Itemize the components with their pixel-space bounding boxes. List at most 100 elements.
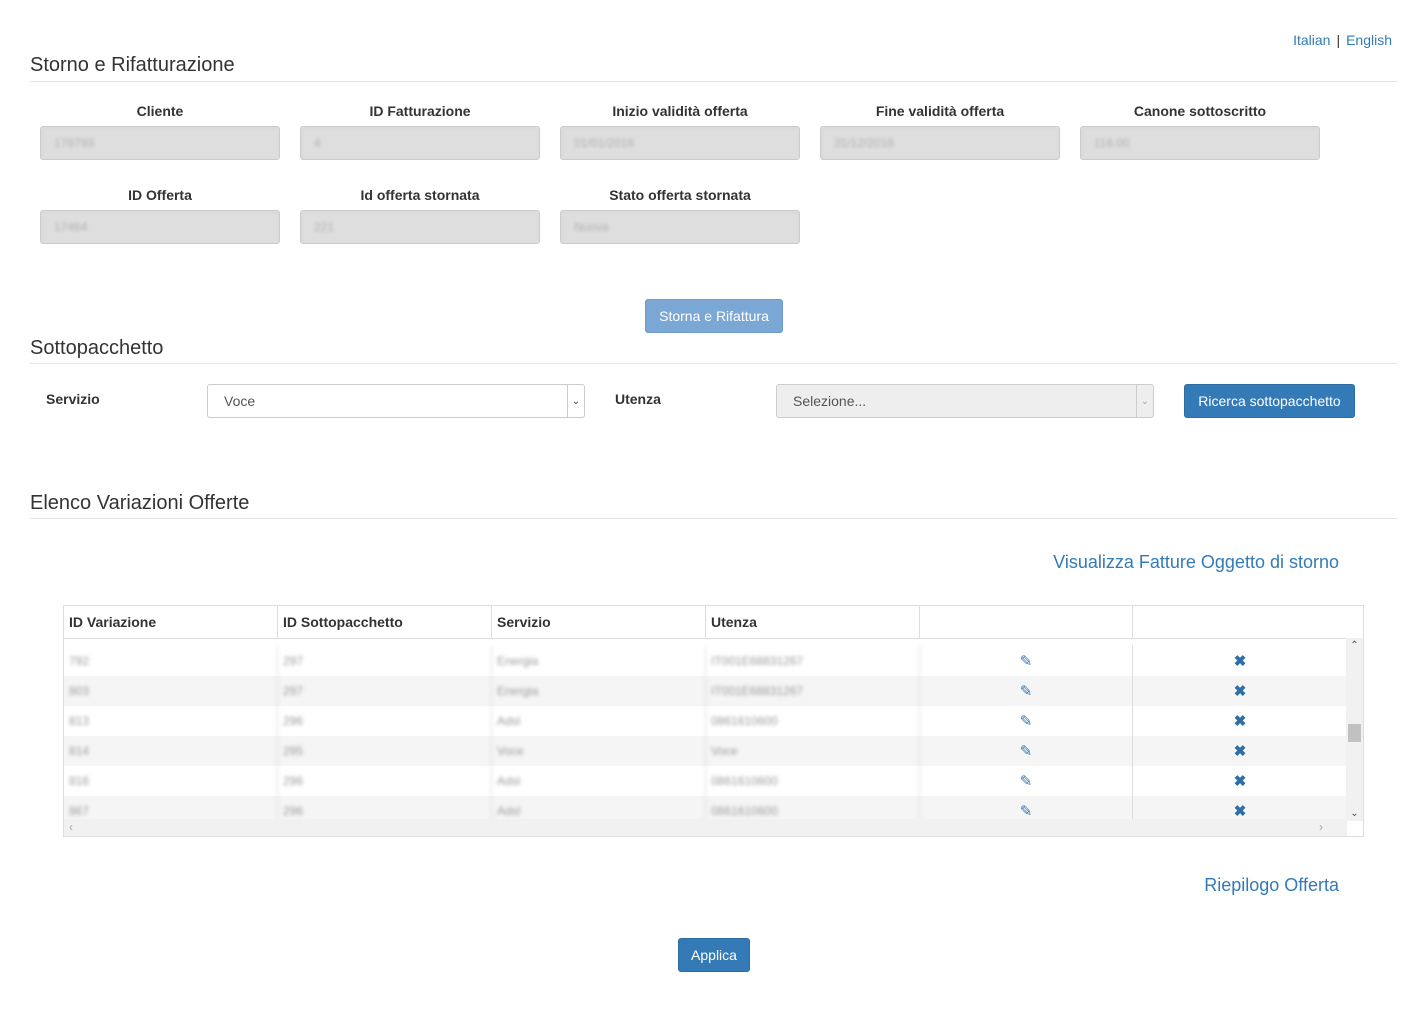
cell-delete: ✖ — [1133, 736, 1347, 766]
canone-value: 116.00 — [1081, 127, 1319, 159]
italian-link[interactable]: Italian — [1293, 32, 1330, 48]
cell-id-sottopacchetto: 296 — [278, 796, 492, 821]
column-header-edit — [920, 606, 1133, 638]
section-title-storno: Storno e Rifatturazione — [30, 54, 235, 76]
riepilogo-offerta-link[interactable]: Riepilogo Offerta — [1204, 875, 1339, 896]
visualizza-fatture-link[interactable]: Visualizza Fatture Oggetto di storno — [1053, 552, 1339, 573]
horizontal-scrollbar[interactable]: ‹ › — [64, 819, 1347, 836]
pencil-icon[interactable]: ✎ — [1020, 652, 1033, 670]
cell-edit: ✎ — [920, 736, 1133, 766]
cell-edit: ✎ — [920, 796, 1133, 821]
section-title-elenco-variazioni: Elenco Variazioni Offerte — [30, 492, 250, 514]
id-offerta-field: 17464 — [40, 210, 280, 244]
pencil-icon[interactable]: ✎ — [1020, 802, 1033, 820]
scroll-left-icon[interactable]: ‹ — [69, 820, 73, 834]
cell-id-variazione: 803 — [64, 676, 278, 706]
cell-id-sottopacchetto: 296 — [278, 706, 492, 736]
cell-utenza: 0861610600 — [706, 706, 920, 736]
cell-id-sottopacchetto: 295 — [278, 736, 492, 766]
cell-utenza: Voce — [706, 736, 920, 766]
field-label-canone: Canone sottoscritto — [1133, 103, 1267, 119]
stato-offerta-value: Nuova — [561, 211, 799, 243]
table-row[interactable]: 816 296 Adsl 0861610600 ✎ ✖ — [64, 766, 1347, 796]
field-label-stato-offerta: Stato offerta stornata — [609, 187, 751, 203]
cell-id-variazione: 867 — [64, 796, 278, 821]
close-icon[interactable]: ✖ — [1234, 742, 1247, 760]
vertical-scrollbar[interactable]: ⌃ ⌄ — [1346, 638, 1363, 821]
table-row[interactable]: 814 295 Voce Voce ✎ ✖ — [64, 736, 1347, 766]
close-icon[interactable]: ✖ — [1234, 682, 1247, 700]
cell-edit: ✎ — [920, 706, 1133, 736]
scroll-up-icon[interactable]: ⌃ — [1346, 640, 1363, 651]
servizio-selected-value: Voce — [224, 393, 256, 409]
servizio-label: Servizio — [46, 391, 100, 407]
close-icon[interactable]: ✖ — [1234, 712, 1247, 730]
cell-delete: ✖ — [1133, 676, 1347, 706]
inizio-validita-value: 01/01/2016 — [561, 127, 799, 159]
field-label-id-offerta-stornata: Id offerta stornata — [360, 187, 480, 203]
column-header-utenza[interactable]: Utenza — [706, 606, 920, 638]
column-header-delete — [1133, 606, 1363, 638]
cliente-value: 176793 — [41, 127, 279, 159]
section-divider — [30, 363, 1397, 364]
variazioni-grid: ID Variazione ID Sottopacchetto Servizio… — [63, 605, 1364, 837]
section-divider — [30, 81, 1397, 82]
cell-id-variazione: 814 — [64, 736, 278, 766]
cell-id-variazione: 792 — [64, 646, 278, 676]
scroll-right-icon[interactable]: › — [1319, 820, 1323, 834]
utenza-selected-value: Selezione... — [793, 393, 867, 409]
cell-edit: ✎ — [920, 646, 1133, 676]
column-header-id-variazione[interactable]: ID Variazione — [64, 606, 278, 638]
cell-servizio: Adsl — [492, 706, 706, 736]
table-row[interactable]: 792 297 Energia IT001E68831267 ✎ ✖ — [64, 646, 1347, 676]
cell-servizio: Energia — [492, 646, 706, 676]
id-offerta-stornata-field: 221 — [300, 210, 540, 244]
fine-validita-field: 31/12/2016 — [820, 126, 1060, 160]
table-row[interactable]: 803 297 Energia IT001E68831267 ✎ ✖ — [64, 676, 1347, 706]
canone-field: 116.00 — [1080, 126, 1320, 160]
field-label-inizio-validita: Inizio validità offerta — [612, 103, 748, 119]
section-divider — [30, 518, 1397, 519]
id-fatturazione-field: 4 — [300, 126, 540, 160]
close-icon[interactable]: ✖ — [1234, 772, 1247, 790]
english-link[interactable]: English — [1346, 32, 1392, 48]
pencil-icon[interactable]: ✎ — [1020, 712, 1033, 730]
cell-utenza: IT001E68831267 — [706, 676, 920, 706]
utenza-label: Utenza — [615, 391, 661, 407]
id-offerta-stornata-value: 221 — [301, 211, 539, 243]
cell-edit: ✎ — [920, 766, 1133, 796]
utenza-select[interactable]: Selezione... ⌄ — [776, 384, 1154, 418]
pencil-icon[interactable]: ✎ — [1020, 742, 1033, 760]
cell-servizio: Adsl — [492, 766, 706, 796]
cell-edit: ✎ — [920, 676, 1133, 706]
cell-utenza: IT001E68831267 — [706, 646, 920, 676]
cell-id-sottopacchetto: 297 — [278, 676, 492, 706]
fine-validita-value: 31/12/2016 — [821, 127, 1059, 159]
id-offerta-value: 17464 — [41, 211, 279, 243]
column-header-servizio[interactable]: Servizio — [492, 606, 706, 638]
close-icon[interactable]: ✖ — [1234, 652, 1247, 670]
inizio-validita-field: 01/01/2016 — [560, 126, 800, 160]
chevron-down-icon: ⌄ — [567, 385, 584, 417]
field-label-cliente: Cliente — [136, 103, 184, 119]
id-fatturazione-value: 4 — [301, 127, 539, 159]
column-header-id-sottopacchetto[interactable]: ID Sottopacchetto — [278, 606, 492, 638]
pencil-icon[interactable]: ✎ — [1020, 682, 1033, 700]
cell-servizio: Voce — [492, 736, 706, 766]
grid-header: ID Variazione ID Sottopacchetto Servizio… — [64, 606, 1363, 639]
cell-id-variazione: 813 — [64, 706, 278, 736]
scroll-down-icon[interactable]: ⌄ — [1346, 808, 1363, 819]
ricerca-sottopacchetto-button[interactable]: Ricerca sottopacchetto — [1184, 384, 1355, 418]
table-row[interactable]: 813 296 Adsl 0861610600 ✎ ✖ — [64, 706, 1347, 736]
close-icon[interactable]: ✖ — [1234, 802, 1247, 820]
cell-utenza: 0861610600 — [706, 766, 920, 796]
scrollbar-thumb[interactable] — [1348, 724, 1361, 742]
storna-rifattura-button[interactable]: Storna e Rifattura — [645, 299, 783, 333]
servizio-select[interactable]: Voce ⌄ — [207, 384, 585, 418]
table-row[interactable]: 867 296 Adsl 0861610600 ✎ ✖ — [64, 796, 1347, 821]
section-title-sottopacchetto: Sottopacchetto — [30, 337, 164, 359]
pencil-icon[interactable]: ✎ — [1020, 772, 1033, 790]
applica-button[interactable]: Applica — [678, 938, 750, 972]
cliente-field: 176793 — [40, 126, 280, 160]
field-label-id-offerta: ID Offerta — [128, 187, 192, 203]
